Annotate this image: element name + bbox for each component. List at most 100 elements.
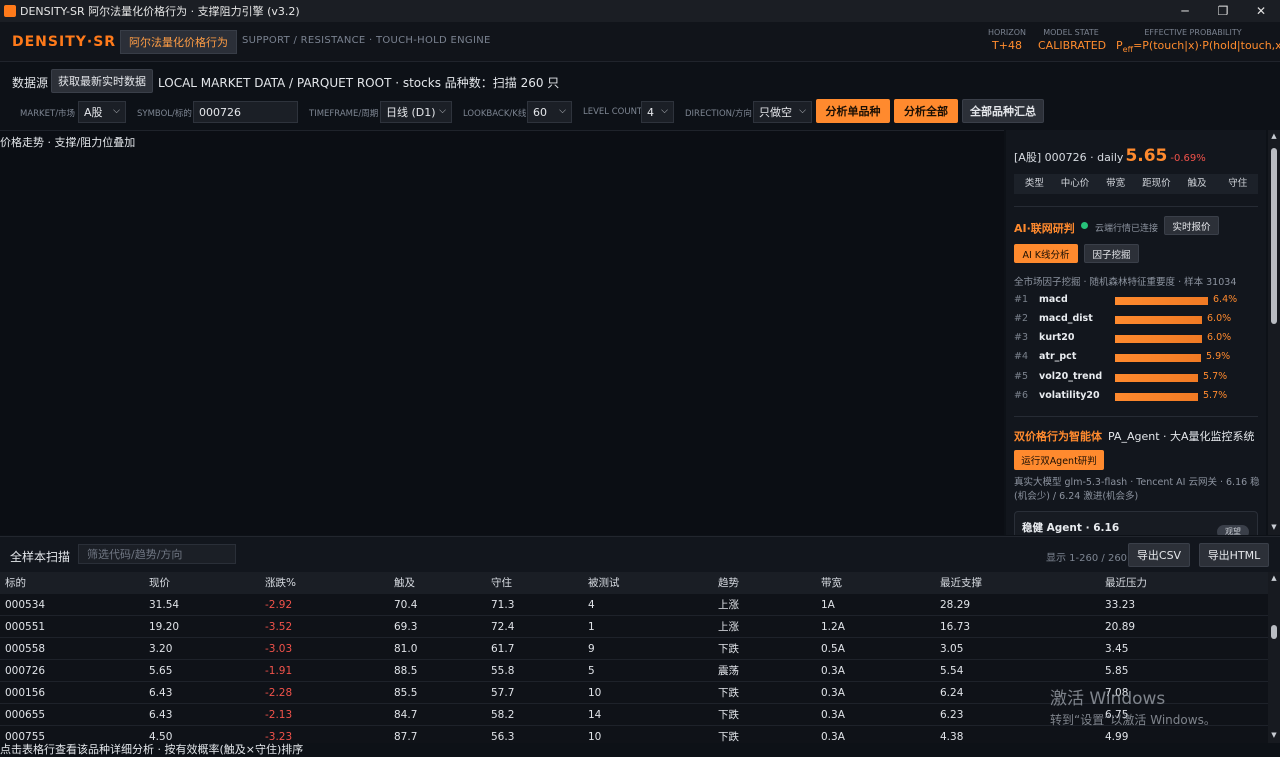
direction-select[interactable]: 只做空 ⌵ [753,101,812,123]
cell-col-symbol: 000534 [5,599,46,611]
scroll-up-icon[interactable]: ▲ [1268,574,1280,582]
factor-rank: #3 [1014,332,1029,343]
levels-col-center: 中心价 [1060,178,1090,189]
level-count-select[interactable]: 4 ⌵ [641,101,674,123]
chart-title: 价格走势 · 支撑/阻力位叠加 [0,136,136,149]
factor-name: vol20_trend [1039,371,1103,382]
factor-row: #6 volatility20 5.7% [1014,389,1258,405]
divider [1014,206,1258,207]
table-row[interactable]: 000558 3.20 -3.03 81.0 61.7 9 下跌 0.5A 3.05 3.45 [0,638,1268,660]
table-row[interactable]: 000551 19.20 -3.52 69.3 72.4 1 上涨 1.2A 16.73 20.8… [0,616,1268,638]
analyze-all-button[interactable]: 分析全部 [894,99,958,123]
factor-name: kurt20 [1039,332,1075,343]
factor-bar [1115,316,1202,324]
cell-col-support: 6.23 [940,709,964,721]
window-controls: ─ ❐ ✕ [1166,0,1280,22]
quote-price: 5.65 [1125,146,1168,166]
cell-col-change: -3.23 [265,731,293,743]
table-row[interactable]: 000534 31.54 -2.92 70.4 71.3 4 上涨 1A 28.29 33.23 [0,594,1268,616]
window-titlebar: DENSITY-SR 阿尔法量化价格行为 · 支撑阻力引擎 (v3.2) ─ ❐… [0,0,1280,22]
factor-importance-title: 全市场因子挖掘 · 随机森林特征重要度 · 样本 31034 [1014,277,1237,288]
close-icon[interactable]: ✕ [1242,0,1280,22]
cell-col-price: 5.65 [149,665,173,677]
scroll-down-icon[interactable]: ▼ [1268,731,1280,739]
header-col-hold[interactable]: 守住 [491,572,512,594]
scroll-down-icon[interactable]: ▼ [1268,523,1280,531]
app-icon [4,5,16,17]
analyze-single-button[interactable]: 分析单品种 [816,99,890,123]
fetch-realtime-button[interactable]: 获取最新实时数据 [51,69,153,93]
status-dot-icon [1081,222,1088,229]
chevron-down-icon: ⌵ [559,106,566,116]
cell-col-trend: 下跌 [718,731,739,743]
export-html-button[interactable]: 导出HTML [1199,543,1269,567]
cell-col-change: -3.03 [265,643,293,655]
header-col-tested[interactable]: 被测试 [588,572,620,594]
table-row[interactable]: 000726 5.65 -1.91 88.5 55.8 5 震荡 0.3A 5.54 5.85 [0,660,1268,682]
table-scrollbar[interactable]: ▲ ▼ [1268,572,1280,743]
cell-col-hold: 58.2 [491,709,515,721]
export-csv-button[interactable]: 导出CSV [1128,543,1190,567]
header-col-width[interactable]: 带宽 [821,572,842,594]
cell-col-symbol: 000558 [5,643,46,655]
agent-section-title: 双价格行为智能体 PA_Agent · 大A量化监控系统 [1014,430,1255,443]
probability-formula: Peff=P(touch|x)·P(hold|touch,x) [1116,39,1280,55]
status-bar: 点击表格行查看该品种详细分析 · 按有效概率(触及×守住)排序 [0,743,1280,757]
price-chart[interactable]: 价格走势 · 支撑/阻力位叠加 [0,130,1004,535]
summary-button[interactable]: 全部品种汇总 [962,99,1044,123]
activation-watermark: 激活 Windows 转到“设置”以激活 Windows。 [1050,684,1216,728]
symbol-input[interactable]: 000726 [193,101,298,123]
header-col-support[interactable]: 最近支撑 [940,572,982,594]
agent-description: 真实大模型 glm-5.3-flash · Tencent AI 云网关 · 6… [1014,477,1260,502]
datasource-label: 数据源 [12,76,49,90]
header-col-change[interactable]: 涨跌% [265,572,296,594]
header-col-resistance[interactable]: 最近压力 [1105,572,1147,594]
panel-scrollbar[interactable]: ▲ ▼ [1268,130,1280,535]
ai-research-title: AI·联网研判 [1014,222,1075,235]
factor-name: macd_dist [1039,313,1093,324]
agent-card-name: 稳健 Agent · 6.16 [1022,522,1120,534]
cell-col-trend: 震荡 [718,665,739,677]
cell-col-resistance: 4.99 [1105,731,1129,743]
scrollbar-thumb[interactable] [1271,148,1277,324]
factor-row: #2 macd_dist 6.0% [1014,312,1258,328]
cell-col-tested: 9 [588,643,595,655]
chevron-down-icon: ⌵ [439,106,446,116]
realtime-quote-button[interactable]: 实时报价 [1164,216,1219,235]
chevron-down-icon: ⌵ [799,106,806,116]
cell-col-change: -3.52 [265,621,293,633]
analysis-panel: [A股] 000726 · daily 5.65 -0.69% 类型 中心价 带… [1006,130,1266,535]
table-header: 标的 现价 涨跌% 触及 守住 被测试 趋势 带宽 最近支撑 最近压力 [0,572,1268,594]
chevron-down-icon: ⌵ [661,106,668,116]
market-select[interactable]: A股 ⌵ [78,101,126,123]
cell-col-tested: 1 [588,621,595,633]
cell-col-change: -2.28 [265,687,293,699]
scrollbar-thumb[interactable] [1271,625,1277,639]
cell-col-width: 1.2A [821,621,845,633]
window-title: DENSITY-SR 阿尔法量化价格行为 · 支撑阻力引擎 (v3.2) [20,5,300,18]
run-agent-button[interactable]: 运行双Agent研判 [1014,450,1104,470]
factor-name: volatility20 [1039,390,1100,401]
header-col-touch[interactable]: 触及 [394,572,415,594]
minimize-icon[interactable]: ─ [1166,0,1204,22]
cell-col-trend: 上涨 [718,621,739,633]
maximize-icon[interactable]: ❐ [1204,0,1242,22]
lookback-select[interactable]: 60 ⌵ [527,101,572,123]
brand-chip[interactable]: 阿尔法量化价格行为 [120,30,237,54]
header-col-trend[interactable]: 趋势 [718,572,739,594]
scan-filter-input[interactable]: 筛选代码/趋势/方向 [78,544,236,564]
ai-kline-button[interactable]: AI K线分析 [1014,244,1078,263]
watermark-line1: 激活 Windows [1050,689,1166,709]
table-row[interactable]: 000755 4.50 -3.23 87.7 56.3 10 下跌 0.3A 4.38 4.99 [0,726,1268,743]
cell-col-touch: 84.7 [394,709,418,721]
scroll-up-icon[interactable]: ▲ [1268,132,1280,140]
cell-col-support: 6.24 [940,687,964,699]
factor-row: #5 vol20_trend 5.7% [1014,370,1258,386]
header-col-symbol[interactable]: 标的 [5,572,26,594]
header-col-price[interactable]: 现价 [149,572,170,594]
cell-col-symbol: 000655 [5,709,46,721]
datasource-row: 数据源 获取最新实时数据 LOCAL MARKET DATA / PARQUET… [0,68,1280,96]
factor-mining-button[interactable]: 因子挖掘 [1084,244,1139,263]
agent-card[interactable]: 稳健 Agent · 6.16 观望 [1014,511,1258,535]
timeframe-select[interactable]: 日线 (D1) ⌵ [380,101,452,123]
